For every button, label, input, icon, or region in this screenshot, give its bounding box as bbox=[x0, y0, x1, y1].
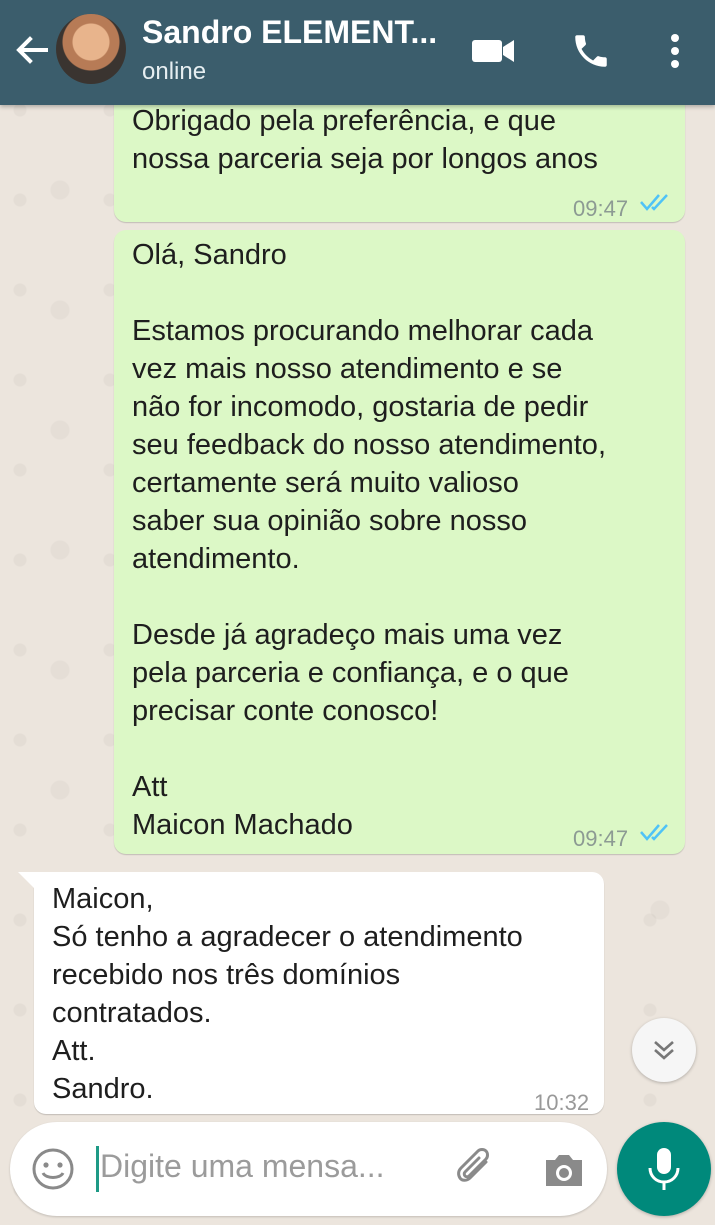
video-call-icon[interactable] bbox=[470, 28, 516, 74]
message-time: 09:47 bbox=[573, 826, 629, 851]
double-check-icon bbox=[640, 824, 668, 841]
message-line: Maicon Machado bbox=[132, 809, 353, 841]
message-line: recebido nos três domínios bbox=[52, 959, 401, 991]
back-arrow-icon[interactable] bbox=[12, 30, 52, 70]
scroll-to-bottom-button[interactable] bbox=[632, 1018, 696, 1082]
avatar[interactable] bbox=[56, 14, 126, 84]
message-line: contratados. bbox=[52, 997, 212, 1029]
message-line: Att bbox=[132, 771, 168, 803]
message-line: não for incomodo, gostaria de pedir bbox=[132, 391, 589, 423]
message-line: Att. bbox=[52, 1035, 96, 1067]
phone-icon[interactable] bbox=[568, 28, 614, 74]
message-line: precisar conte conosco! bbox=[132, 695, 439, 727]
mic-button[interactable] bbox=[617, 1122, 711, 1216]
message-time: 10:32 bbox=[534, 1090, 590, 1115]
double-check-icon bbox=[640, 194, 668, 211]
message-line: Só tenho a agradecer o atendimento bbox=[52, 921, 523, 953]
message-line: Estamos procurando melhorar cada bbox=[132, 315, 594, 347]
message-time: 09:47 bbox=[573, 196, 629, 221]
message-line: vez mais nosso atendimento e se bbox=[132, 353, 563, 385]
message-bubble-incoming[interactable]: Maicon, Só tenho a agradecer o atendimen… bbox=[34, 872, 604, 1115]
message-composer: Digite uma mensa... bbox=[10, 1122, 607, 1216]
text-cursor bbox=[96, 1146, 99, 1192]
contact-name[interactable]: Sandro ELEMENT... bbox=[142, 14, 437, 51]
message-line: Sandro. bbox=[52, 1073, 154, 1105]
message-line: Obrigado pela preferência, e que bbox=[132, 105, 557, 137]
contact-status: online bbox=[142, 58, 207, 85]
message-line: Maicon, bbox=[52, 883, 154, 915]
bubble-tail bbox=[18, 872, 36, 890]
message-line: atendimento. bbox=[132, 543, 300, 575]
message-line: saber sua opinião sobre nosso bbox=[132, 505, 527, 537]
paperclip-icon[interactable] bbox=[450, 1144, 500, 1194]
camera-icon[interactable] bbox=[540, 1146, 588, 1194]
message-line: Desde já agradeço mais uma vez bbox=[132, 619, 563, 651]
emoji-icon[interactable] bbox=[30, 1146, 76, 1192]
message-line: nossa parceria seja por longos anos bbox=[132, 143, 598, 175]
message-line: certamente será muito valioso bbox=[132, 467, 519, 499]
more-vert-icon[interactable] bbox=[652, 28, 698, 74]
chevron-double-down-icon bbox=[654, 1041, 674, 1060]
message-line: pela parceria e confiança, e o que bbox=[132, 657, 569, 689]
message-line: seu feedback do nosso atendimento, bbox=[132, 429, 606, 461]
message-line: Olá, Sandro bbox=[132, 239, 287, 271]
chat-header: Sandro ELEMENT... online bbox=[0, 0, 715, 105]
mic-icon bbox=[648, 1148, 680, 1190]
message-bubble-outgoing[interactable]: Olá, Sandro Estamos procurando melhorar … bbox=[114, 230, 685, 854]
message-input[interactable]: Digite uma mensa... bbox=[100, 1148, 385, 1185]
